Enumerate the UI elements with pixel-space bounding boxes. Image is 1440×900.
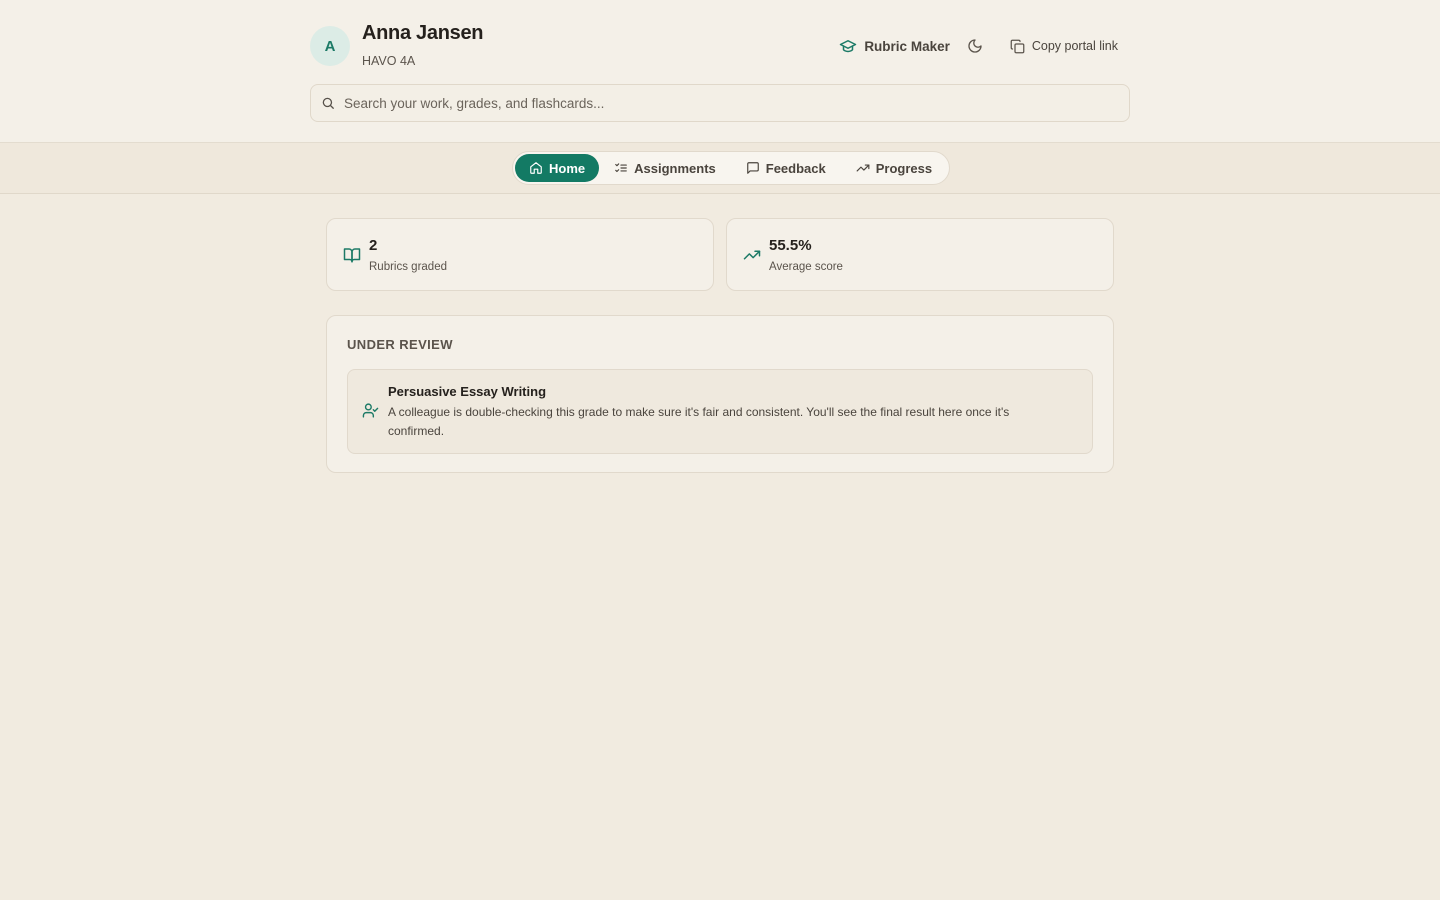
stat-value: 55.5%: [769, 237, 812, 254]
review-item[interactable]: Persuasive Essay Writing A colleague is …: [347, 369, 1093, 454]
copy-portal-link-button[interactable]: Copy portal link: [1010, 39, 1118, 54]
nav-bar: Home Assignments Feedback Progress: [0, 143, 1440, 194]
copy-icon: [1010, 39, 1025, 54]
under-review-panel: UNDER REVIEW Persuasive Essay Writing A …: [326, 315, 1114, 473]
tab-assignments-label: Assignments: [634, 160, 716, 176]
brand: Rubric Maker: [839, 37, 950, 55]
copy-portal-link-label: Copy portal link: [1031, 39, 1118, 53]
header-actions: Rubric Maker Copy portal link: [839, 37, 1118, 55]
nav-tabs: Home Assignments Feedback Progress: [512, 151, 951, 185]
student-class: HAVO 4A: [362, 54, 416, 68]
search-icon: [321, 96, 335, 110]
stat-card-average-score: 55.5% Average score: [726, 218, 1114, 291]
app-header: A Anna Jansen HAVO 4A Rubric Maker Copy …: [0, 0, 1440, 143]
section-heading: UNDER REVIEW: [347, 337, 453, 352]
home-icon: [529, 161, 543, 175]
avatar: A: [310, 26, 350, 66]
tab-progress-label: Progress: [875, 160, 933, 176]
book-open-icon: [343, 246, 361, 264]
theme-toggle-button[interactable]: [967, 38, 983, 54]
trending-up-icon: [743, 246, 761, 264]
stat-label: Average score: [769, 261, 843, 273]
trending-up-icon: [856, 161, 870, 175]
tab-feedback-label: Feedback: [765, 160, 826, 176]
tab-feedback[interactable]: Feedback: [731, 154, 841, 182]
message-square-icon: [746, 161, 760, 175]
tab-assignments[interactable]: Assignments: [599, 154, 731, 182]
stat-label: Rubrics graded: [369, 261, 447, 273]
tab-progress[interactable]: Progress: [841, 154, 947, 182]
stat-value: 2: [369, 237, 378, 254]
review-item-title: Persuasive Essay Writing: [388, 384, 547, 399]
tab-home-label: Home: [549, 160, 586, 176]
moon-icon: [967, 38, 983, 54]
graduation-cap-icon: [839, 37, 857, 55]
brand-label: Rubric Maker: [864, 38, 950, 54]
stat-card-rubrics-graded: 2 Rubrics graded: [326, 218, 714, 291]
list-checks-icon: [614, 161, 628, 175]
search-bar: [310, 84, 1130, 122]
user-check-icon: [362, 402, 379, 419]
search-input[interactable]: [344, 95, 1104, 111]
review-item-description: A colleague is double-checking this grad…: [388, 405, 1010, 438]
tab-home[interactable]: Home: [515, 154, 600, 182]
student-name: Anna Jansen: [362, 22, 484, 44]
